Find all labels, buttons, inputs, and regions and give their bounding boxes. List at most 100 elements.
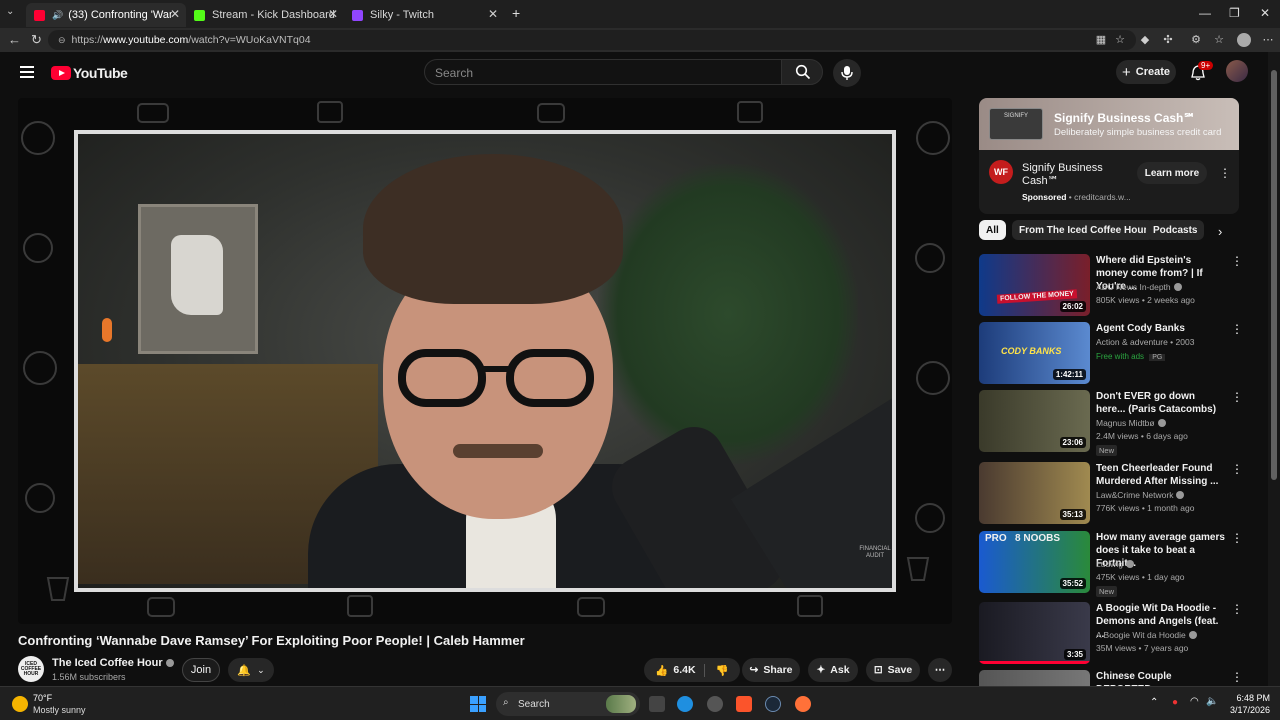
more-vertical-icon[interactable]: ⋮	[1231, 322, 1243, 336]
close-tab-icon[interactable]: ✕	[488, 7, 498, 21]
more-actions-button[interactable]: ⋯	[928, 658, 952, 682]
close-tab-icon[interactable]: ✕	[328, 7, 338, 21]
app-icon-settings[interactable]	[707, 696, 723, 712]
weather-sun-icon[interactable]	[12, 696, 28, 712]
minimize-icon[interactable]: —	[1199, 6, 1211, 20]
favorite-star-icon[interactable]: ☆	[1114, 34, 1126, 46]
recommendation-channel[interactable]: Ludwig	[1096, 559, 1134, 569]
learn-more-button[interactable]: Learn more	[1137, 162, 1207, 184]
weather-description[interactable]: Mostly sunny	[33, 705, 86, 715]
recommendation-item[interactable]: CODY BANKS 1:42:11 Agent Cody Banks Acti…	[979, 322, 1249, 386]
save-button[interactable]: ⊡ Save	[866, 658, 920, 682]
recommendation-item[interactable]: FOLLOW THE MONEY 26:02 Where did Epstein…	[979, 254, 1249, 318]
tab-list-chevron-icon[interactable]: ⌄	[6, 6, 14, 17]
windows-start-icon[interactable]	[470, 696, 486, 712]
search-button[interactable]	[781, 59, 823, 85]
recommendation-title[interactable]: Agent Cody Banks	[1096, 322, 1226, 335]
wifi-icon[interactable]: ◠	[1190, 696, 1199, 707]
recommendation-channel[interactable]: Magnus Midtbø	[1096, 418, 1166, 428]
ask-button[interactable]: ✦ Ask	[808, 658, 858, 682]
taskbar-time[interactable]: 6:48 PM	[1225, 693, 1270, 703]
account-avatar[interactable]	[1226, 60, 1248, 82]
restore-icon[interactable]: ❐	[1229, 6, 1240, 20]
more-vertical-icon[interactable]: ⋮	[1231, 254, 1243, 268]
tab-twitch[interactable]: Silky - Twitch ✕	[344, 3, 504, 27]
more-vertical-icon[interactable]: ⋮	[1231, 670, 1243, 684]
sponsored-ad-card[interactable]: SIGNIFY Signify Business Cash℠ Deliberat…	[979, 98, 1239, 214]
taskbar-date[interactable]: 3/17/2026	[1217, 705, 1270, 715]
recommendation-title[interactable]: Teen Cheerleader Found Murdered After Mi…	[1096, 462, 1226, 488]
speaker-icon[interactable]: 🔊	[52, 10, 63, 21]
video-thumbnail[interactable]: PRO 8 NOOBS 35:52	[979, 531, 1090, 593]
brave-browser-icon[interactable]	[736, 696, 752, 712]
search-input[interactable]: Search	[424, 59, 782, 85]
tab-kick[interactable]: Stream - Kick Dashboard ✕	[186, 3, 344, 27]
firefox-icon[interactable]	[795, 696, 811, 712]
recommendation-channel[interactable]: ABC News In-depth	[1096, 282, 1182, 292]
recommendation-channel[interactable]: Law&Crime Network	[1096, 490, 1185, 500]
chips-next-chevron-icon[interactable]: ›	[1218, 224, 1222, 239]
site-info-icon[interactable]: ⊖	[58, 35, 66, 46]
recommendation-item[interactable]: 3:35 A Boogie Wit Da Hoodie - Demons and…	[979, 602, 1249, 666]
video-thumbnail[interactable]: FOLLOW THE MONEY 26:02	[979, 254, 1090, 316]
tab-youtube[interactable]: 🔊 (33) Confronting 'Wannabe D... ✕	[26, 3, 186, 27]
close-tab-icon[interactable]: ✕	[170, 7, 180, 21]
video-thumbnail[interactable]: 23:06	[979, 390, 1090, 452]
recommendation-item[interactable]: PRO 8 NOOBS 35:52 How many average gamer…	[979, 531, 1249, 597]
more-vertical-icon[interactable]: ⋮	[1231, 462, 1243, 476]
ad-banner[interactable]: SIGNIFY Signify Business Cash℠ Deliberat…	[979, 98, 1239, 150]
more-vertical-icon[interactable]: ⋮	[1231, 390, 1243, 404]
more-vertical-icon[interactable]: ⋮	[1231, 531, 1243, 545]
channel-avatar[interactable]: ICED COFFEE HOUR	[18, 656, 44, 682]
recommendation-title[interactable]: Chinese Couple DEPORTED	[1096, 670, 1226, 686]
url-field[interactable]: ⊖ https://www.youtube.com/watch?v=WUoKaV…	[48, 30, 1136, 50]
taskbar-search[interactable]: ⌕ Search	[496, 692, 640, 716]
voice-search-button[interactable]	[833, 59, 861, 87]
browser-essentials-icon[interactable]: ⚙	[1190, 34, 1202, 46]
browser-menu-icon[interactable]: ⋯	[1262, 34, 1274, 46]
ad-title[interactable]: Signify Business Cash℠	[1022, 162, 1132, 188]
favorites-icon[interactable]: ☆	[1213, 34, 1225, 46]
chip-all[interactable]: All	[979, 220, 1006, 240]
chip-from-channel[interactable]: From The Iced Coffee Hour	[1012, 220, 1155, 240]
edge-browser-icon[interactable]	[677, 696, 693, 712]
recommendation-item[interactable]: 23:06 Don't EVER go down here... (Paris …	[979, 390, 1249, 456]
subscription-bell-button[interactable]: 🔔 ⌄	[228, 658, 274, 682]
more-vertical-icon[interactable]: ⋮	[1231, 602, 1243, 616]
video-thumbnail[interactable]: CODY BANKS 1:42:11	[979, 322, 1090, 384]
ad-menu-icon[interactable]: ⋮	[1219, 166, 1231, 180]
video-thumbnail[interactable]	[979, 670, 1090, 686]
close-window-icon[interactable]: ✕	[1260, 6, 1270, 20]
new-tab-icon[interactable]: +	[512, 5, 520, 21]
share-button[interactable]: ↪ Share	[742, 658, 800, 682]
app-available-icon[interactable]: ▦	[1095, 34, 1107, 46]
like-button[interactable]: 👍 6.4K	[655, 663, 705, 677]
video-thumbnail[interactable]: 3:35	[979, 602, 1090, 664]
dislike-button[interactable]: 👎	[710, 664, 729, 677]
plus-icon: +	[1121, 63, 1131, 81]
weather-temperature[interactable]: 70°F	[33, 693, 52, 703]
join-button[interactable]: Join	[182, 658, 220, 682]
back-icon[interactable]: ←	[8, 32, 21, 47]
profile-icon[interactable]	[1237, 33, 1251, 47]
page-scrollbar[interactable]	[1268, 52, 1280, 686]
recommendation-item[interactable]: Chinese Couple DEPORTED ⋮	[979, 670, 1249, 686]
recommendation-item[interactable]: 35:13 Teen Cheerleader Found Murdered Af…	[979, 462, 1249, 526]
hamburger-menu-icon[interactable]	[20, 66, 34, 78]
tray-chevron-up-icon[interactable]: ⌃	[1150, 697, 1158, 708]
create-button[interactable]: + Create	[1116, 60, 1176, 84]
chip-podcasts[interactable]: Podcasts	[1146, 220, 1205, 240]
extensions-puzzle-icon[interactable]: ✣	[1162, 34, 1174, 46]
channel-name[interactable]: The Iced Coffee Hour	[52, 657, 174, 669]
recommendation-channel[interactable]: A Boogie Wit da Hoodie	[1096, 630, 1197, 640]
steam-icon[interactable]	[765, 696, 781, 712]
microphone-tray-icon[interactable]: ●	[1172, 697, 1178, 708]
task-view-icon[interactable]	[649, 696, 665, 712]
scrollbar-thumb[interactable]	[1271, 70, 1277, 480]
youtube-logo[interactable]: YouTube	[51, 65, 128, 81]
extension-diamond-icon[interactable]: ◆	[1139, 34, 1151, 46]
video-thumbnail[interactable]: 35:13	[979, 462, 1090, 524]
refresh-icon[interactable]: ↻	[31, 32, 42, 48]
video-player[interactable]: FINANCIAL AUDIT	[18, 98, 952, 624]
recommendation-title[interactable]: Don't EVER go down here... (Paris Cataco…	[1096, 390, 1226, 416]
